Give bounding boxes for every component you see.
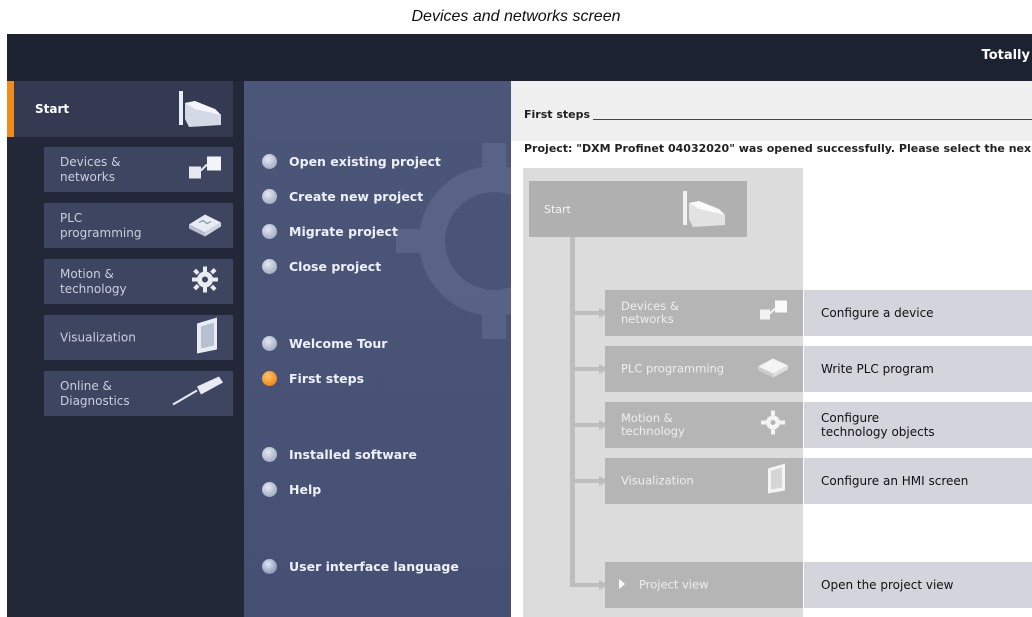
hmi-panel-icon [763,462,791,501]
open-project-view-link[interactable]: Open the project view [804,562,1032,608]
factory-stairs-icon [175,89,225,134]
step-label: Devices & networks [621,299,679,326]
active-indicator [7,81,14,137]
page-title: First steps [524,108,591,121]
sidebar-item-label: Online & Diagnostics [60,378,130,408]
screwdriver-icon [169,374,225,413]
sidebar-item-label: Visualization [60,330,136,344]
plc-programming-icon [185,208,225,243]
step-description: Write PLC program [821,362,934,376]
action-label: First steps [289,371,365,386]
action-label: Migrate project [289,224,398,239]
project-status-message: Project: "DXM Profinet 04032020" was ope… [524,142,1032,155]
installed-software-link[interactable]: Installed software [262,447,417,462]
flow-connector [570,237,575,587]
active-bullet-icon [262,371,277,386]
flow-arrow-icon [575,476,609,486]
bullet-icon [262,189,277,204]
first-steps-link[interactable]: First steps [262,371,364,386]
configure-hmi-screen-link[interactable]: Configure an HMI screen [804,458,1032,504]
portal-sidebar: Start Devices & networks PLC programming [7,81,244,617]
figure-caption: Devices and networks screen [411,8,621,25]
sidebar-item-devices-networks[interactable]: Devices & networks [44,147,233,192]
devices-networks-icon [185,152,225,187]
welcome-tour-link[interactable]: Welcome Tour [262,336,387,351]
factory-stairs-icon [679,189,729,234]
hmi-panel-icon [191,315,225,360]
step-description: Configure an HMI screen [821,474,969,488]
gear-watermark-icon [394,141,511,346]
step-label: Visualization [621,473,694,488]
flow-start-label: Start [544,203,571,216]
sidebar-item-online-diagnostics[interactable]: Online & Diagnostics [44,371,233,416]
open-existing-project-link[interactable]: Open existing project [262,154,441,169]
step-motion-technology[interactable]: Motion & technology [605,402,803,448]
step-label: Project view [639,577,709,592]
step-description: Open the project view [821,578,954,592]
flow-start-box: Start [529,181,747,237]
step-visualization[interactable]: Visualization [605,458,803,504]
step-project-view[interactable]: Project view [605,562,803,608]
step-label: Motion & technology [621,411,685,438]
sidebar-item-visualization[interactable]: Visualization [44,315,233,360]
action-label: Help [289,482,322,497]
step-description: Configure technology objects [821,411,935,439]
bullet-icon [262,224,277,239]
steps-flow: Start Devices & networks PLC programming… [523,168,1032,617]
migrate-project-link[interactable]: Migrate project [262,224,398,239]
sidebar-item-motion-technology[interactable]: Motion & technology [44,259,233,304]
flow-arrow-icon [575,580,609,590]
flow-arrow-icon [575,308,609,318]
action-label: Close project [289,259,382,274]
sidebar-item-label: PLC programming [60,210,142,240]
plc-programming-icon [755,354,791,385]
bullet-icon [262,447,277,462]
create-new-project-link[interactable]: Create new project [262,189,423,204]
brand-label: Totally [981,48,1030,63]
bullet-icon [262,259,277,274]
user-interface-language-link[interactable]: User interface language [262,559,459,574]
step-plc-programming[interactable]: PLC programming [605,346,803,392]
sidebar-item-label: Devices & networks [60,154,121,184]
bullet-icon [262,154,277,169]
first-steps-content: First steps Project: "DXM Profinet 04032… [511,81,1032,617]
globe-icon [262,559,277,574]
action-label: Installed software [289,447,417,462]
bullet-icon [262,482,277,497]
action-label: Welcome Tour [289,336,388,351]
flow-arrow-icon [575,420,609,430]
play-triangle-icon [619,579,625,589]
write-plc-program-link[interactable]: Write PLC program [804,346,1032,392]
configure-technology-objects-link[interactable]: Configure technology objects [804,402,1032,448]
sidebar-item-label: Start [35,102,70,116]
action-label: Create new project [289,189,424,204]
portal-actions-panel: Open existing project Create new project… [244,81,511,617]
flow-arrow-icon [575,364,609,374]
sidebar-item-label: Motion & technology [60,266,127,296]
sidebar-item-plc-programming[interactable]: PLC programming [44,203,233,248]
action-label: Open existing project [289,154,441,169]
bullet-icon [262,336,277,351]
devices-networks-icon [757,298,791,329]
title-divider [593,119,1032,120]
action-label: User interface language [289,559,459,574]
top-bar: Totally [7,34,1032,81]
sidebar-item-start[interactable]: Start [7,81,233,137]
help-link[interactable]: Help [262,482,321,497]
motion-gear-icon [755,410,791,441]
close-project-link[interactable]: Close project [262,259,381,274]
step-devices-networks[interactable]: Devices & networks [605,290,803,336]
motion-gear-icon [185,264,225,299]
configure-device-link[interactable]: Configure a device [804,290,1032,336]
step-description: Configure a device [821,306,934,320]
step-label: PLC programming [621,361,725,376]
